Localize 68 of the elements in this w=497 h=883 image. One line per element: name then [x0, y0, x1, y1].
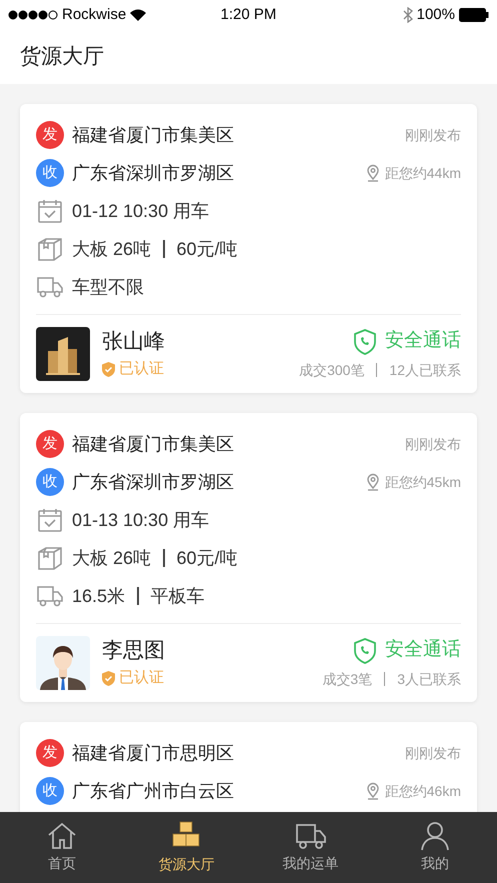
shield-phone-icon [353, 638, 377, 664]
detail-text: 16.5米 [72, 584, 126, 608]
location-pin-icon [364, 164, 381, 182]
posted-time: 刚刚发布 [405, 126, 461, 144]
truck-icon [36, 275, 64, 299]
detail-text: 大板 26吨 [72, 546, 152, 570]
tab-bar-item[interactable]: 首页 [0, 812, 124, 883]
tab-bar-item[interactable]: 我的 [372, 812, 497, 883]
stats-text: 3人已联系 [397, 670, 461, 689]
detail-text: 车型不限 [72, 276, 144, 298]
calendar-check-icon [37, 198, 63, 224]
stats-text: 成交3笔 [322, 670, 372, 689]
distance-text: 距您约44km [384, 164, 461, 182]
box-icon [37, 236, 63, 262]
tab-bar-item[interactable]: 我的运单 [248, 812, 373, 883]
shipper-name: 张山峰 [102, 328, 165, 355]
posted-time: 刚刚发布 [405, 434, 461, 454]
building-avatar [36, 327, 90, 381]
distance-text: 距您约45km [384, 472, 461, 492]
location-pin-icon [364, 782, 381, 800]
cargo-card[interactable]: 发 福建省厦门市思明区 刚刚发布 收 广东省广州市白云区 距您约46km [20, 722, 477, 812]
route-place: 广东省深圳市罗湖区 [72, 162, 234, 184]
stats-text: 成交300笔 [299, 360, 364, 380]
page-title: 货源大厅 [20, 44, 104, 70]
route-place: 福建省厦门市集美区 [72, 432, 234, 456]
detail-text: 01-12 10:30 用车 [72, 200, 210, 222]
clock-time: 1:20 PM [220, 4, 278, 25]
carrier-name: Rockwise [62, 4, 126, 25]
calendar-check-icon [37, 507, 63, 533]
route-badge: 发 [36, 739, 64, 767]
detail-text: 平板车 [150, 584, 205, 608]
route-badge: 发 [36, 430, 64, 458]
shipper-name: 李思图 [102, 638, 165, 664]
detail-text: 60元/吨 [176, 546, 238, 570]
route-badge: 收 [36, 159, 64, 187]
person-avatar [36, 636, 90, 690]
verified-label: 已认证 [119, 358, 164, 379]
route-place: 福建省厦门市思明区 [72, 742, 234, 764]
location-pin-icon [364, 473, 381, 491]
verified-label: 已认证 [119, 668, 164, 688]
stats-text: 12人已联系 [389, 360, 461, 380]
distance-text: 距您约46km [384, 782, 461, 800]
truck-icon [36, 584, 64, 608]
detail-text: 01-13 10:30 用车 [72, 508, 210, 532]
detail-text: 大板 26吨 [72, 238, 152, 260]
box-icon [37, 545, 63, 571]
posted-time: 刚刚发布 [405, 744, 461, 762]
route-place: 广东省广州市白云区 [72, 780, 234, 802]
route-badge: 发 [36, 121, 64, 149]
cargo-card[interactable]: 发 福建省厦门市集美区 刚刚发布 收 广东省深圳市罗湖区 距您约45km 01-13 10:30 用车 大板 26吨 60元/吨 16.5米 平板车 李思图 已认证 安全通话 成交3笔 3人已联系 [20, 413, 477, 702]
shield-check-icon [102, 670, 115, 686]
bluetooth-icon [402, 7, 413, 23]
route-place: 广东省深圳市罗湖区 [72, 470, 234, 494]
route-place: 福建省厦门市集美区 [72, 124, 234, 146]
battery-icon [458, 8, 489, 22]
tab-bar-item[interactable]: 货源大厅 [124, 812, 248, 883]
cargo-card[interactable]: 发 福建省厦门市集美区 刚刚发布 收 广东省深圳市罗湖区 距您约44km 01-12 10:30 用车 大板 26吨 60元/吨 车型不限 张山峰 已认证 安全通话 成交300笔 12人已联系 [20, 104, 477, 393]
shield-phone-icon [353, 328, 377, 354]
home-icon [47, 821, 78, 851]
wifi-icon [130, 9, 146, 21]
shield-check-icon [102, 362, 115, 376]
battery-percent: 100% [416, 4, 455, 25]
route-badge: 收 [36, 777, 64, 805]
detail-text: 60元/吨 [176, 238, 238, 260]
route-badge: 收 [36, 468, 64, 496]
person-icon [420, 821, 450, 851]
signal-dots-icon [8, 10, 58, 20]
truck-icon [294, 821, 327, 851]
